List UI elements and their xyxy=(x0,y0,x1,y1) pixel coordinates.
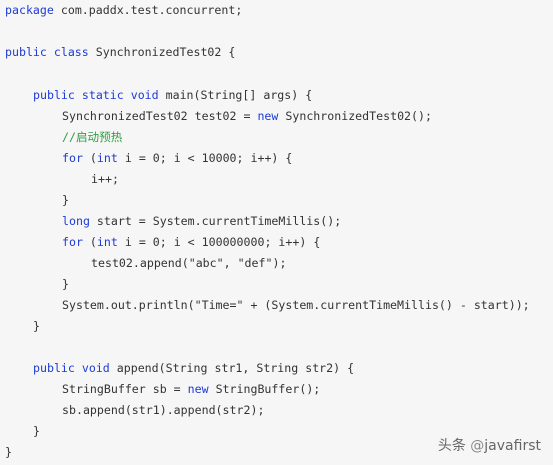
keyword-token: package xyxy=(5,3,54,17)
code-token: } xyxy=(33,424,40,438)
code-token: i = 0; i < 10000; i++) { xyxy=(117,151,293,165)
code-line: sb.append(str1).append(str2); xyxy=(62,400,264,421)
code-token: ( xyxy=(82,151,97,165)
code-line: } xyxy=(5,442,12,463)
code-token: System.out.println("Time=" + (System.cur… xyxy=(62,298,530,312)
code-token: i = 0; i < 100000000; i++) { xyxy=(117,235,321,249)
code-token: } xyxy=(5,445,12,459)
code-token: } xyxy=(62,277,69,291)
watermark: 头条 @javafirst xyxy=(438,432,541,460)
code-line: System.out.println("Time=" + (System.cur… xyxy=(62,295,530,316)
code-panel: package com.paddx.test.concurrent; public… xyxy=(0,0,553,465)
keyword-token: for xyxy=(62,235,83,249)
code-line: for (int i = 0; i < 100000000; i++) { xyxy=(62,232,320,253)
code-line: } xyxy=(62,190,69,211)
code-line: test02.append("abc", "def"); xyxy=(91,253,286,274)
keyword-token: public class xyxy=(5,45,89,59)
code-line: for (int i = 0; i < 10000; i++) { xyxy=(62,148,292,169)
code-token: start = System.currentTimeMillis(); xyxy=(89,214,342,228)
code-line: public void append(String str1, String s… xyxy=(33,358,354,379)
code-token: SynchronizedTest02(); xyxy=(278,109,432,123)
keyword-token: for xyxy=(62,151,83,165)
keyword-token: int xyxy=(96,151,118,165)
code-line: i++; xyxy=(91,169,119,190)
keyword-token: new xyxy=(257,109,279,123)
code-token: com.paddx.test.concurrent; xyxy=(53,3,243,17)
code-line: long start = System.currentTimeMillis(); xyxy=(62,211,341,232)
code-line: package com.paddx.test.concurrent; xyxy=(5,0,242,21)
code-token: StringBuffer(); xyxy=(208,382,321,396)
code-token: StringBuffer sb = xyxy=(62,382,188,396)
watermark-handle: javafirst xyxy=(484,438,541,454)
watermark-prefix: 头条 xyxy=(437,438,466,454)
code-line: //启动预热 xyxy=(62,127,122,148)
code-token: append(String str1, String str2) { xyxy=(109,361,355,375)
keyword-token: long xyxy=(62,214,90,228)
code-token: } xyxy=(33,319,40,333)
code-token: sb.append(str1).append(str2); xyxy=(62,403,265,417)
code-token: SynchronizedTest02 test02 = xyxy=(62,109,258,123)
code-token: } xyxy=(62,193,69,207)
code-line: SynchronizedTest02 test02 = new Synchron… xyxy=(62,106,432,127)
comment-token: //启动预热 xyxy=(62,130,123,144)
code-token: test02.append("abc", "def"); xyxy=(91,256,287,270)
code-token: ( xyxy=(82,235,97,249)
watermark-separator: @ xyxy=(465,438,485,454)
code-token: SynchronizedTest02 { xyxy=(88,45,236,59)
code-line: } xyxy=(62,274,69,295)
code-line: } xyxy=(33,421,40,442)
code-line: public static void main(String[] args) { xyxy=(33,85,312,106)
code-token: i++; xyxy=(91,172,119,186)
keyword-token: public static void xyxy=(33,88,159,102)
code-line: public class SynchronizedTest02 { xyxy=(5,42,235,63)
code-line: } xyxy=(33,316,40,337)
code-line: StringBuffer sb = new StringBuffer(); xyxy=(62,379,320,400)
keyword-token: public void xyxy=(33,361,110,375)
keyword-token: new xyxy=(187,382,209,396)
code-token: main(String[] args) { xyxy=(158,88,313,102)
keyword-token: int xyxy=(96,235,118,249)
